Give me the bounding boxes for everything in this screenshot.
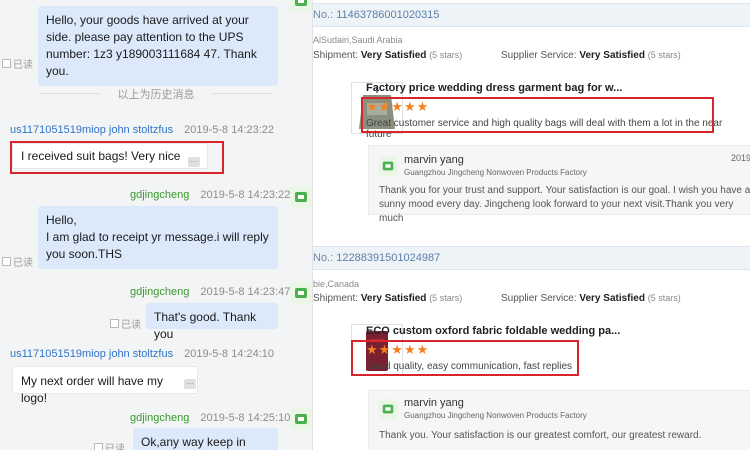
order-number[interactable]: 11463786001020315 (336, 9, 439, 21)
product-title[interactable]: Factory price wedding dress garment bag … (366, 82, 622, 94)
order-number-bar: No.: 12288391501024987 (313, 246, 750, 270)
highlight-box (351, 340, 579, 376)
message-meta: gdjingcheng 2019-5-8 14:23:22 (130, 189, 290, 201)
message-meta: us1171051519miop john stoltzfus 2019-5-8… (10, 124, 274, 136)
message-meta: us1171051519miop john stoltzfus 2019-5-8… (10, 348, 274, 360)
chat-message: Hello, I am glad to receipt yr message.i… (38, 206, 278, 269)
product-title[interactable]: ECO custom oxford fabric foldable weddin… (366, 325, 620, 337)
reply-text: Thank you. Your satisfaction is our grea… (379, 430, 702, 441)
reply-company: Guangzhou Jingcheng Nonwoven Products Fa… (404, 168, 587, 177)
chat-message: That's good. Thank you (146, 303, 278, 341)
sender-name[interactable]: us1171051519miop john stoltzfus (10, 124, 173, 136)
order-number-bar: No.: 11463786001020315 (313, 3, 750, 27)
message-time: 2019-5-8 14:23:22 (200, 189, 291, 201)
reply-text: Thank you for your trust and support. Yo… (379, 185, 750, 224)
rating-summary: Shipment: Very Satisfied (5 stars) Suppl… (313, 293, 681, 304)
read-status: 已读 (110, 316, 141, 331)
read-status: 已读 (94, 440, 125, 450)
buyer-location: AlSudairi,Saudi Arabia (313, 35, 403, 45)
highlight-box (361, 97, 714, 133)
chat-message: Hello, your goods have arrived at your s… (38, 6, 278, 86)
chat-message: My next order will have my logo! (12, 366, 198, 405)
read-status: 已读 (2, 56, 33, 71)
message-time: 2019-5-8 14:23:47 (200, 286, 291, 298)
chat-panel: Hello, your goods have arrived at your s… (0, 0, 312, 450)
sender-name[interactable]: gdjingcheng (130, 189, 189, 201)
buyer-location: bie,Canada (313, 279, 360, 289)
message-meta: gdjingcheng 2019-5-8 14:23:47 (130, 286, 290, 298)
reviews-panel: No.: 11463786001020315 AlSudairi,Saudi A… (312, 0, 750, 450)
message-time: 2019-5-8 14:24:10 (184, 348, 275, 360)
message-time: 2019-5-8 14:25:10 (200, 412, 291, 424)
seller-avatar (378, 156, 398, 176)
reply-author: marvin yang (404, 154, 464, 166)
sender-name[interactable]: gdjingcheng (130, 286, 189, 298)
seller-avatar (290, 282, 312, 304)
more-icon[interactable]: ... (184, 378, 196, 389)
message-meta: gdjingcheng 2019-5-8 14:25:10 (130, 412, 290, 424)
sender-name[interactable]: gdjingcheng (130, 412, 189, 424)
seller-avatar (290, 0, 312, 12)
highlight-box (10, 141, 224, 174)
sender-name[interactable]: us1171051519miop john stoltzfus (10, 348, 173, 360)
seller-avatar (290, 186, 312, 208)
seller-avatar (290, 408, 312, 430)
seller-avatar (378, 399, 398, 419)
read-status: 已读 (2, 254, 33, 269)
order-number[interactable]: 12288391501024987 (336, 252, 440, 264)
chat-message: Ok,any way keep in touch. (133, 428, 278, 450)
reply-company: Guangzhou Jingcheng Nonwoven Products Fa… (404, 411, 587, 420)
rating-summary: Shipment: Very Satisfied (5 stars) Suppl… (313, 50, 681, 61)
seller-reply: marvin yang Guangzhou Jingcheng Nonwoven… (368, 390, 750, 450)
history-divider: 以上为历史消息 (0, 86, 312, 102)
reply-date: 2019-0 (731, 153, 750, 163)
reply-author: marvin yang (404, 397, 464, 409)
seller-reply: marvin yang Guangzhou Jingcheng Nonwoven… (368, 145, 750, 224)
message-time: 2019-5-8 14:23:22 (184, 124, 275, 136)
